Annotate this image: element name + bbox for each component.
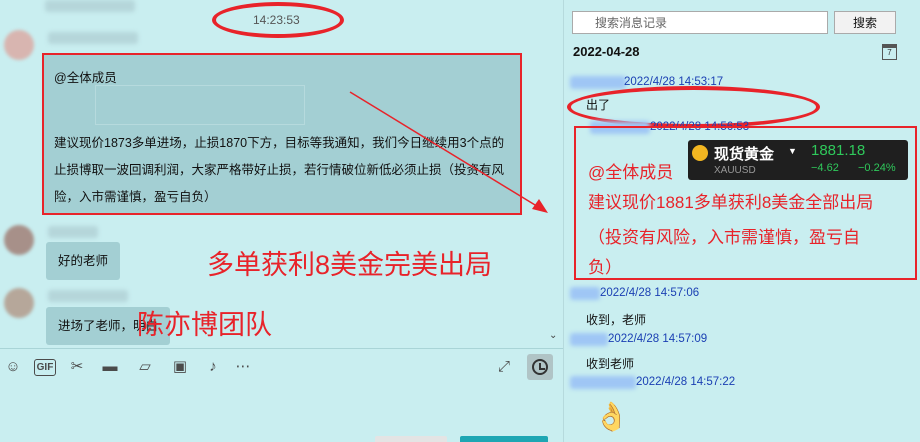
image-icon[interactable]: ▣ [170, 357, 190, 377]
profit-annotation: 多单获利8美金完美出局 [207, 250, 493, 280]
clock-icon [532, 359, 548, 375]
gold-change: −4.62 [811, 162, 839, 174]
gif-icon[interactable]: GIF [34, 359, 56, 376]
more-icon[interactable]: ⋯ [233, 357, 253, 377]
history-highlight-text: 建议现价1881多单获利8美金全部出局 [588, 193, 874, 212]
history-button[interactable] [527, 354, 553, 380]
input-toolbar: ☺ GIF ✂ ▬ ▱ ▣ ♪ ⋯ ⤢ [0, 348, 563, 384]
history-text: 收到老师 [586, 357, 635, 371]
chat-pane: 14:23:53 @全体成员 建议现价1873多单进场，止损1870下方，目标等… [0, 0, 563, 442]
avatar[interactable] [4, 225, 34, 255]
highlight-ring [212, 2, 344, 38]
avatar[interactable] [4, 288, 34, 318]
quoted-image-placeholder [95, 85, 305, 125]
search-button[interactable]: 搜索 [834, 11, 896, 34]
bell-icon[interactable]: ♪ [203, 357, 223, 377]
send-button[interactable] [460, 436, 548, 442]
history-sender [570, 76, 626, 89]
history-highlight-text: 负） [588, 258, 622, 277]
main-message[interactable]: @全体成员 建议现价1873多单进场，止损1870下方，目标等我通知，我们今日继… [42, 53, 522, 215]
scissors-icon[interactable]: ✂ [67, 357, 87, 377]
dropdown-icon[interactable]: ▼ [788, 146, 797, 156]
scroll-down-icon[interactable]: ⌄ [549, 330, 557, 341]
history-mention: @全体成员 [588, 163, 674, 182]
message-body: 建议现价1873多单进场，止损1870下方，目标等我通知，我们今日继续用3个点的… [54, 136, 505, 204]
calendar-icon[interactable]: 7 [882, 44, 897, 60]
close-button[interactable] [375, 436, 447, 442]
gold-coin-icon [692, 145, 708, 161]
message-text: 好的老师 [58, 254, 109, 268]
history-sender [570, 333, 608, 346]
sender-name [48, 32, 138, 44]
expand-icon[interactable]: ⤢ [494, 357, 514, 377]
sender-name [48, 290, 128, 302]
gold-symbol: XAUUSD [714, 165, 756, 176]
history-time: 2022/4/28 14:57:22 [636, 376, 736, 388]
folder-icon[interactable]: ▬ [100, 357, 120, 377]
history-date: 2022-04-28 [573, 44, 640, 59]
document-icon[interactable]: ▱ [135, 357, 155, 377]
gold-price: 1881.18 [811, 142, 866, 159]
gold-price-widget[interactable]: 现货黄金 ▼ XAUUSD 1881.18 −4.62 −0.24% [688, 140, 908, 180]
sender-name [48, 226, 98, 238]
team-annotation: 陈亦博团队 [137, 310, 272, 340]
sender-name [45, 0, 135, 12]
history-time: 2022/4/28 14:57:09 [608, 333, 708, 345]
gold-change-percent: −0.24% [858, 162, 896, 174]
history-time: 2022/4/28 14:57:06 [600, 287, 700, 299]
gold-name: 现货黄金 [714, 146, 775, 163]
history-sender [570, 376, 636, 389]
history-text: 收到，老师 [586, 313, 647, 327]
ok-hand-icon: 👌 [594, 401, 629, 432]
search-input[interactable] [572, 11, 828, 34]
history-highlight-text: （投资有风险，入市需谨慎，盈亏自 [588, 228, 860, 247]
history-sender [570, 287, 600, 300]
message-history-pane: 搜索 2022-04-28 7 2022/4/28 14:53:17 出了 20… [563, 0, 920, 442]
avatar[interactable] [4, 30, 34, 60]
emoji-icon[interactable]: ☺ [3, 357, 23, 377]
message-bubble[interactable]: 好的老师 [46, 242, 121, 280]
